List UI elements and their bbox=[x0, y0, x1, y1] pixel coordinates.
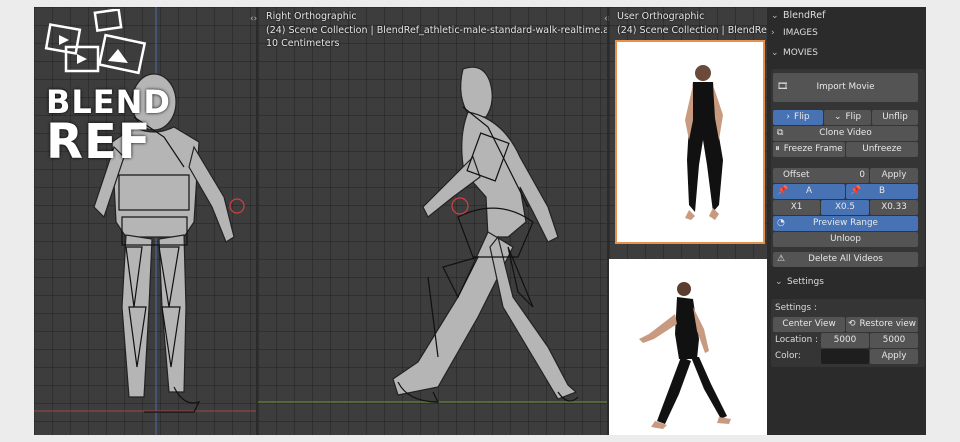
warning-icon: ⚠ bbox=[777, 254, 786, 264]
clock-icon: ◔ bbox=[777, 218, 785, 228]
film-icon: 🎞 bbox=[777, 82, 789, 92]
reference-video-front[interactable] bbox=[615, 40, 765, 244]
chevron-down-icon: ⌄ bbox=[833, 112, 842, 122]
logo-line-2: REF bbox=[46, 114, 152, 170]
blendref-panel: ⌄ BlendRef › IMAGES ⌄ MOVIES 🎞 Import Movie … bbox=[767, 7, 926, 435]
unloop-button[interactable]: Unloop bbox=[773, 232, 918, 247]
panel-header: ⌄ BlendRef bbox=[771, 9, 825, 23]
speed-x1-button[interactable]: X1 bbox=[773, 200, 820, 215]
chevron-down-icon: ⌄ bbox=[771, 48, 779, 58]
chevron-right-icon: › bbox=[771, 28, 775, 38]
blendref-logo: BLEND REF bbox=[46, 85, 171, 170]
offset-apply-button[interactable]: Apply bbox=[870, 168, 918, 183]
side-mannequin bbox=[258, 66, 607, 403]
section-settings[interactable]: ⌄ Settings bbox=[775, 274, 824, 290]
chevron-down-icon: ⌄ bbox=[775, 277, 783, 287]
unfreeze-button[interactable]: Unfreeze bbox=[846, 142, 918, 157]
speed-x033-button[interactable]: X0.33 bbox=[870, 200, 918, 215]
pause-icon: ⏸ bbox=[775, 144, 780, 154]
viewport-header: Right Orthographic (24) Scene Collection… bbox=[266, 10, 607, 51]
flip-horizontal-button[interactable]: › Flip bbox=[773, 110, 823, 125]
import-movie-button[interactable]: 🎞 Import Movie bbox=[773, 73, 918, 102]
center-view-button[interactable]: Center View bbox=[773, 317, 845, 332]
viewport-front[interactable]: BLEND REF bbox=[34, 7, 256, 435]
location-y-field[interactable]: 5000 bbox=[870, 333, 918, 348]
view-name: Right Orthographic bbox=[266, 11, 357, 22]
location-label: Location : bbox=[775, 335, 818, 345]
settings-box: Settings : Center View ⟲ Restore view Loc… bbox=[771, 299, 925, 367]
panel-title: BlendRef bbox=[783, 10, 826, 21]
offset-field[interactable]: Offset 0 bbox=[773, 168, 869, 183]
grid-scale: 10 Centimeters bbox=[266, 38, 340, 49]
pin-icon: 📌 bbox=[777, 186, 789, 196]
freeze-frame-button[interactable]: ⏸ Freeze Frame bbox=[773, 142, 845, 157]
duplicate-icon: ⧉ bbox=[777, 128, 784, 138]
color-label: Color: bbox=[775, 351, 801, 361]
blendref-logo-icons bbox=[44, 9, 147, 75]
scene-info: (24) Scene Collection | BlendRef_athleti… bbox=[266, 24, 607, 36]
movies-box: 🎞 Import Movie › Flip ⌄ Flip Unflip ⧉ Clone … bbox=[771, 69, 925, 267]
chevron-right-icon: › bbox=[786, 112, 791, 122]
runner-front bbox=[685, 65, 723, 220]
view-name: User Orthographic bbox=[617, 11, 705, 22]
walker-side bbox=[639, 282, 731, 429]
preview-range-button[interactable]: ◔ Preview Range bbox=[773, 216, 918, 231]
restore-icon: ⟲ bbox=[848, 319, 856, 329]
section-movies[interactable]: ⌄ MOVIES bbox=[771, 45, 818, 61]
pin-icon: 📌 bbox=[850, 186, 862, 196]
speed-x05-button[interactable]: X0.5 bbox=[821, 200, 869, 215]
color-swatch[interactable] bbox=[821, 349, 869, 364]
unflip-button[interactable]: Unflip bbox=[872, 110, 918, 125]
flip-vertical-button[interactable]: ⌄ Flip bbox=[824, 110, 871, 125]
area-split-icon[interactable]: ‹› bbox=[250, 14, 257, 24]
delete-all-videos-button[interactable]: ⚠ Delete All Videos bbox=[773, 252, 918, 267]
clone-video-button[interactable]: ⧉ Clone Video bbox=[773, 126, 918, 141]
settings-label: Settings : bbox=[775, 303, 817, 313]
viewport-right-ortho[interactable]: Right Orthographic (24) Scene Collection… bbox=[258, 7, 607, 435]
set-a-button[interactable]: 📌 A bbox=[773, 184, 845, 199]
viewport-header: User Orthographic (24) Scene Collection … bbox=[617, 10, 767, 37]
color-apply-button[interactable]: Apply bbox=[870, 349, 918, 364]
reference-video-side[interactable] bbox=[609, 259, 767, 435]
chevron-down-icon[interactable]: ⌄ bbox=[771, 9, 783, 23]
location-x-field[interactable]: 5000 bbox=[821, 333, 869, 348]
viewport-user-ortho[interactable]: User Orthographic (24) Scene Collection … bbox=[609, 7, 767, 435]
section-images[interactable]: › IMAGES bbox=[771, 25, 818, 41]
blender-window: BLEND REF ‹› Right Orthographic (24) Sce… bbox=[34, 7, 926, 435]
restore-view-button[interactable]: ⟲ Restore view bbox=[846, 317, 918, 332]
scene-info: (24) Scene Collection | BlendRef_athle bbox=[617, 24, 767, 36]
offset-value: 0 bbox=[859, 170, 865, 180]
set-b-button[interactable]: 📌 B bbox=[846, 184, 918, 199]
